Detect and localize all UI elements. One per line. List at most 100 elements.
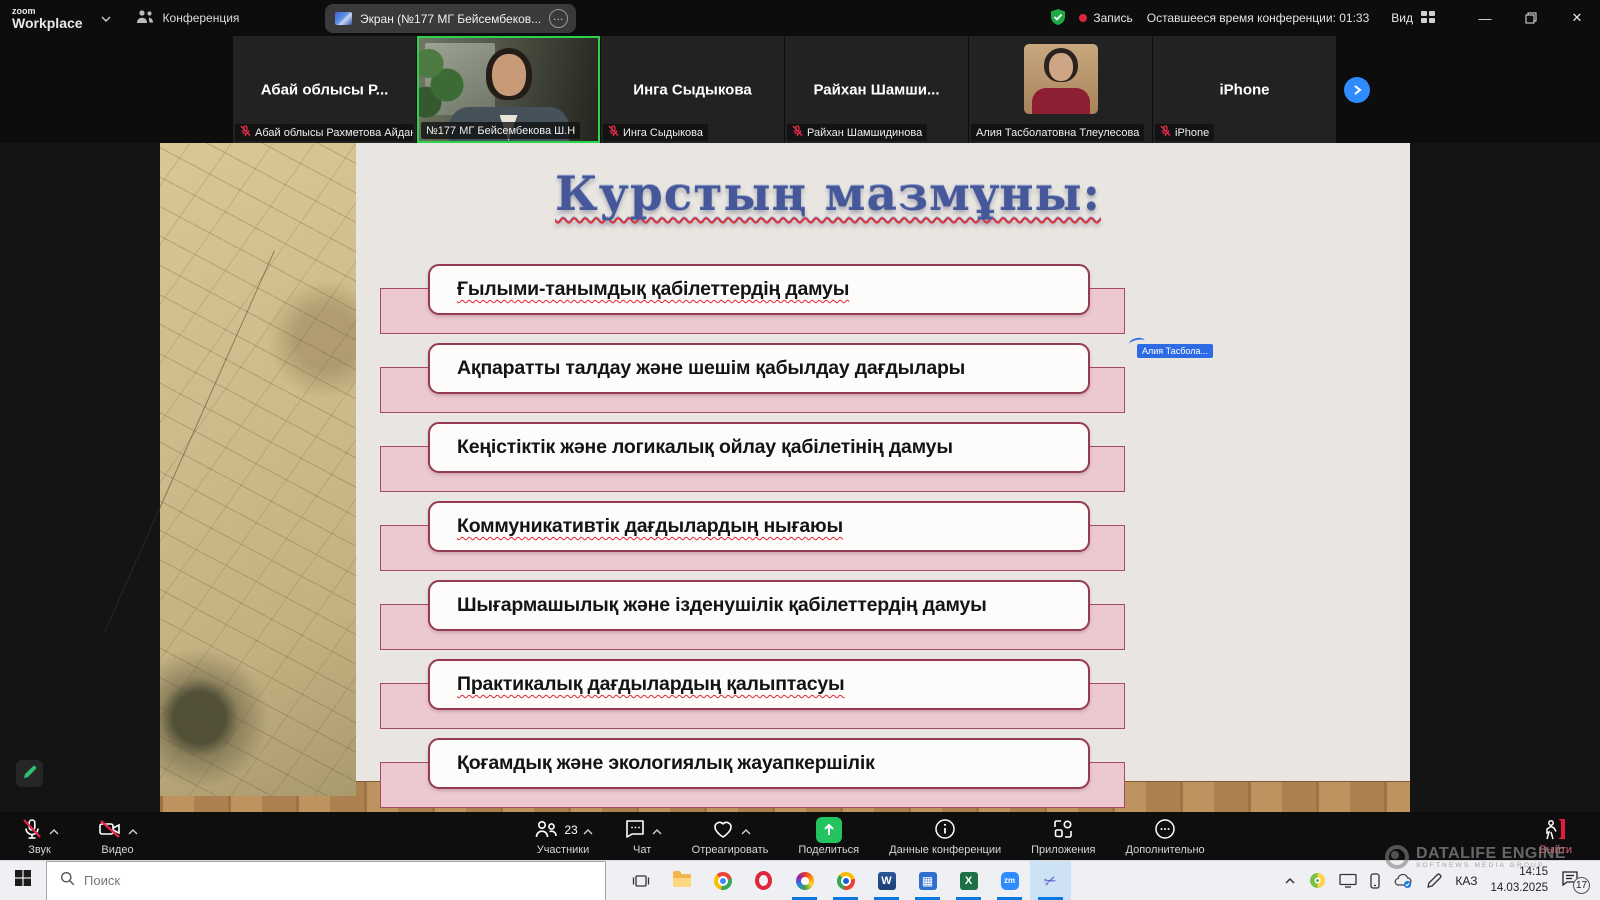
participant-tile[interactable]: Инга СыдыковаИнга Сыдыкова	[601, 36, 784, 143]
screen-share-icon	[335, 12, 352, 25]
view-button[interactable]: Вид	[1391, 10, 1436, 27]
pencil-icon	[22, 764, 38, 783]
display-icon[interactable]	[1339, 873, 1357, 888]
old-map-graphic	[160, 143, 356, 796]
more-icon	[1153, 817, 1177, 844]
slide-item-row: Коммуникативтік дағдылардың нығаюы	[380, 501, 1125, 580]
annotate-pencil-button[interactable]	[16, 760, 43, 787]
toolbar-button-отреагировать[interactable]: Отреагировать	[692, 817, 769, 856]
tab-screen-share[interactable]: Экран (№177 МГ Бейсембеков... …	[325, 4, 576, 33]
mic-muted-icon	[608, 125, 619, 140]
toolbar-button-видео[interactable]: Видео	[97, 817, 138, 856]
slide-item-text: Кеңістіктік және логикалық ойлау қабілет…	[457, 436, 953, 459]
brand-workplace: Workplace	[12, 16, 83, 30]
search-input[interactable]	[84, 873, 564, 888]
task-view-icon[interactable]	[620, 861, 661, 900]
video-editor-icon[interactable]: ✂	[1030, 861, 1071, 900]
phone-icon[interactable]	[1370, 873, 1380, 889]
chat-icon	[623, 817, 647, 844]
participant-name: Райхан Шамши...	[785, 81, 968, 98]
slide-item-box: Практикалық дағдылардың қалыптасуы	[428, 659, 1090, 710]
toolbar-button-звук[interactable]: Звук	[20, 817, 59, 856]
filmstrip-next-button[interactable]	[1344, 77, 1370, 103]
slide-item-box: Коммуникативтік дағдылардың нығаюы	[428, 501, 1090, 552]
person-silhouette	[492, 54, 526, 96]
participant-name-badge: Инга Сыдыкова	[603, 124, 708, 141]
chevron-up-icon[interactable]	[49, 823, 59, 838]
toolbar-button-дополнительно[interactable]: Дополнительно	[1126, 817, 1205, 856]
participant-tile[interactable]: №177 МГ Бейсембекова Ш.Н	[417, 36, 600, 143]
word-icon[interactable]: W	[866, 861, 907, 900]
toolbar-button-label: Чат	[633, 844, 651, 856]
antivirus-icon[interactable]	[1309, 872, 1326, 889]
toolbar-button-приложения[interactable]: Приложения	[1031, 817, 1095, 856]
cloud-sync-icon[interactable]	[1393, 873, 1413, 889]
participant-count: 23	[564, 823, 577, 837]
toolbar-button-данные-конференции[interactable]: Данные конференции	[889, 817, 1001, 856]
chevron-up-icon[interactable]	[652, 823, 662, 838]
slide-item-row: Ақпаратты талдау және шешім қабылдау дағ…	[380, 343, 1125, 422]
share-screen-icon	[816, 817, 842, 843]
clock-time: 14:15	[1490, 865, 1548, 881]
toolbar-button-label: Поделиться	[798, 844, 859, 856]
participant-tile[interactable]: Райхан Шамши... Райхан Шамшидинова	[785, 36, 968, 143]
slide-item-text: Қоғамдық және экологиялық жауапкершілік	[457, 752, 875, 775]
notification-center[interactable]: 17	[1561, 867, 1590, 894]
pen-icon[interactable]	[1426, 873, 1442, 889]
toolbar-button-участники[interactable]: 23Участники	[533, 817, 592, 856]
participant-name-badge: Райхан Шамшидинова	[787, 124, 927, 141]
react-icon	[710, 817, 736, 844]
tab-screen-share-label: Экран (№177 МГ Бейсембеков...	[360, 12, 541, 26]
file-explorer-icon[interactable]	[661, 861, 702, 900]
opera-icon[interactable]	[743, 861, 784, 900]
participant-tile[interactable]: Абай облысы Р...Абай облысы Рахметова Ай…	[233, 36, 416, 143]
slide-item-box: Қоғамдық және экологиялық жауапкершілік	[428, 738, 1090, 789]
chevron-down-icon[interactable]	[101, 11, 111, 25]
slide-item-text: Ғылыми-танымдық қабілеттердің дамуы	[457, 278, 849, 301]
color-wheel-browser-icon[interactable]	[784, 861, 825, 900]
restore-button[interactable]	[1508, 0, 1554, 36]
language-indicator[interactable]: КАЗ	[1455, 874, 1477, 888]
chevron-up-icon[interactable]	[128, 823, 138, 838]
minimize-button[interactable]: —	[1462, 0, 1508, 36]
chevron-up-icon[interactable]	[741, 823, 751, 838]
share-tab-more-icon[interactable]: …	[549, 9, 568, 28]
zoom-app-icon[interactable]: zm	[989, 861, 1030, 900]
taskbar-clock[interactable]: 14:15 14.03.2025	[1490, 865, 1548, 896]
camera-muted-icon	[97, 817, 123, 844]
slide-item-box: Шығармашылық және ізденушілік қабілеттер…	[428, 580, 1090, 631]
chrome-blue-icon[interactable]	[825, 861, 866, 900]
taskbar-search[interactable]	[46, 861, 606, 900]
meeting-time-remaining: Оставшееся время конференции: 01:33	[1147, 11, 1370, 25]
participant-tile[interactable]: Алия Тасболатовна Тлеулесова	[969, 36, 1152, 143]
leave-meeting-button[interactable]: Выйти	[1539, 812, 1572, 860]
windows-logo-icon	[15, 870, 31, 891]
participant-label: №177 МГ Бейсембекова Ш.Н	[426, 125, 575, 137]
participant-name: Абай облысы Р...	[233, 81, 416, 98]
toolbar-button-поделиться[interactable]: Поделиться	[798, 817, 859, 856]
chrome-icon[interactable]	[702, 861, 743, 900]
participant-label: Алия Тасболатовна Тлеулесова	[976, 127, 1139, 139]
slide-item-text: Коммуникативтік дағдылардың нығаюы	[457, 515, 843, 538]
excel-icon[interactable]: X	[948, 861, 989, 900]
participant-tile[interactable]: iPhone iPhone	[1153, 36, 1336, 143]
remote-cursor-label: Алия Тасбола...	[1137, 344, 1213, 358]
tab-meeting[interactable]: Конференция	[125, 0, 250, 36]
toolbar-button-label: Дополнительно	[1126, 844, 1205, 856]
chevron-up-icon[interactable]	[583, 823, 593, 838]
calculator-icon[interactable]: ▦	[907, 861, 948, 900]
security-shield-icon[interactable]	[1049, 8, 1067, 29]
participant-label: iPhone	[1175, 127, 1209, 139]
record-dot-icon	[1079, 14, 1087, 22]
title-bar: zoom Workplace Конференция Экран (№177 М…	[0, 0, 1600, 36]
slide-item-text: Шығармашылық және ізденушілік қабілеттер…	[457, 594, 987, 617]
participant-name-badge: iPhone	[1155, 124, 1214, 141]
toolbar-button-чат[interactable]: Чат	[623, 817, 662, 856]
tray-expand-icon[interactable]	[1284, 877, 1296, 885]
shared-screen-content: Курстың мазмұны: Ғылыми-танымдық қабілет…	[160, 143, 1410, 812]
slide-item-row: Ғылыми-танымдық қабілеттердің дамуы	[380, 264, 1125, 343]
close-button[interactable]: ✕	[1554, 0, 1600, 36]
windows-taskbar: W▦Xzm✂ КАЗ 14:15 14.03.2025 17	[0, 860, 1600, 900]
start-button[interactable]	[0, 861, 46, 900]
participant-name: iPhone	[1153, 81, 1336, 98]
